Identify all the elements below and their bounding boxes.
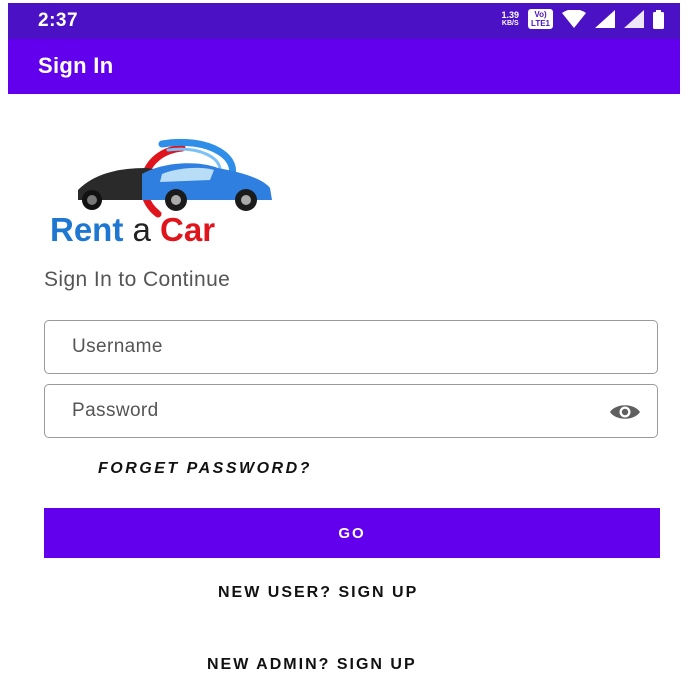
eye-icon[interactable] — [609, 402, 641, 422]
signal-icon — [624, 10, 644, 28]
status-bar: 2:37 1.39 KB/S Vo) LTE1 — [8, 3, 680, 39]
status-time: 2:37 — [38, 10, 79, 31]
volte-badge-top: Vo) — [534, 10, 547, 19]
network-speed: 1.39 KB/S — [501, 10, 520, 28]
brand-word-car: Car — [160, 211, 216, 248]
volte-badge-bottom: LTE1 — [531, 19, 550, 28]
network-speed-value: 1.39 — [501, 10, 520, 20]
username-input[interactable] — [72, 321, 592, 373]
app-bar-title: Sign In — [38, 53, 114, 78]
username-field-container — [44, 320, 658, 374]
app-bar: Sign In — [8, 39, 680, 94]
new-admin-signup-link[interactable]: NEW ADMIN? SIGN UP — [207, 656, 417, 674]
forget-password-link[interactable]: FORGET PASSWORD? — [98, 460, 312, 478]
go-button[interactable]: GO — [44, 508, 660, 558]
new-user-signup-link[interactable]: NEW USER? SIGN UP — [218, 584, 418, 602]
page-subtitle: Sign In to Continue — [44, 268, 231, 291]
password-field-container — [44, 384, 658, 438]
brand-word-a: a — [132, 211, 151, 248]
battery-icon — [653, 9, 664, 29]
wifi-icon — [562, 10, 586, 28]
volte-badge: Vo) LTE1 — [528, 9, 553, 29]
brand-word-rent: Rent — [50, 211, 124, 248]
network-speed-unit: KB/S — [501, 20, 519, 27]
brand-wordmark: Rent a Car — [50, 211, 215, 249]
status-icons: 1.39 KB/S Vo) LTE1 — [501, 9, 664, 29]
signal-icon — [595, 10, 615, 28]
password-input[interactable] — [72, 385, 592, 437]
